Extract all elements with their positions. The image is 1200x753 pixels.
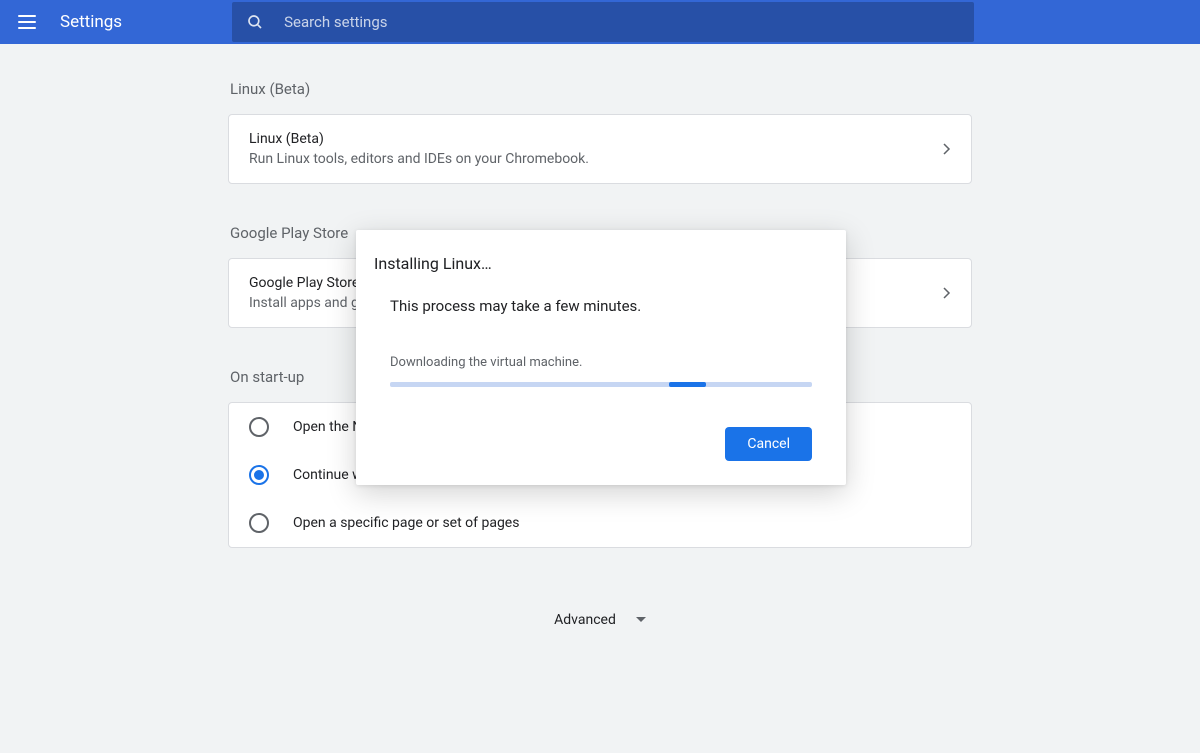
radio-icon [249, 465, 269, 485]
radio-icon [249, 513, 269, 533]
chevron-right-icon [943, 287, 951, 299]
linux-card: Linux (Beta) Run Linux tools, editors an… [228, 114, 972, 184]
install-linux-dialog: Installing Linux… This process may take … [356, 230, 846, 485]
search-container[interactable] [232, 2, 974, 42]
dialog-message: This process may take a few minutes. [390, 297, 812, 315]
advanced-toggle[interactable]: Advanced [228, 588, 972, 652]
chevron-down-icon [636, 617, 646, 623]
linux-row-title: Linux (Beta) [249, 131, 943, 147]
radio-icon [249, 417, 269, 437]
menu-icon[interactable] [18, 15, 36, 29]
dialog-title: Installing Linux… [374, 254, 812, 273]
startup-option-specific[interactable]: Open a specific page or set of pages [229, 499, 971, 547]
settings-header: Settings [0, 0, 1200, 44]
search-icon [246, 13, 264, 31]
progress-indicator [669, 382, 707, 387]
startup-option-label: Open a specific page or set of pages [293, 515, 519, 531]
section-title-linux: Linux (Beta) [228, 80, 972, 98]
linux-row[interactable]: Linux (Beta) Run Linux tools, editors an… [229, 115, 971, 183]
chevron-right-icon [943, 143, 951, 155]
dialog-status: Downloading the virtual machine. [390, 355, 812, 370]
advanced-label: Advanced [554, 612, 616, 628]
page-title: Settings [60, 12, 122, 32]
linux-row-subtitle: Run Linux tools, editors and IDEs on you… [249, 151, 943, 167]
search-input[interactable] [284, 13, 960, 31]
progress-bar [390, 382, 812, 387]
cancel-button[interactable]: Cancel [725, 427, 812, 461]
dialog-actions: Cancel [390, 427, 812, 461]
